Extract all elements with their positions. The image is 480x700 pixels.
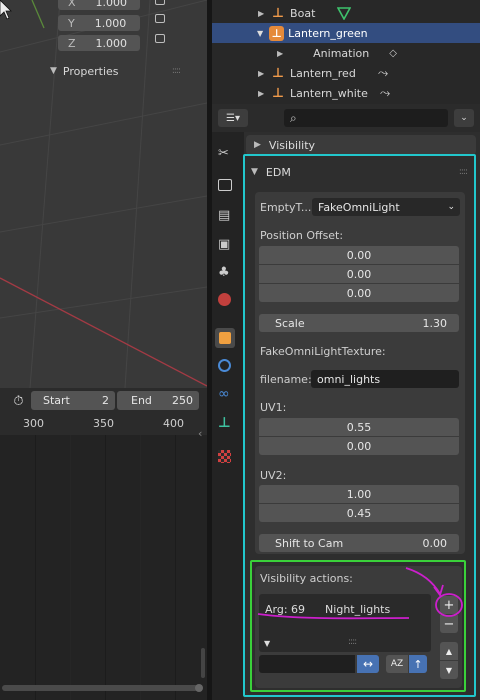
frame-gridline <box>175 435 176 700</box>
frame-gridline <box>70 435 71 700</box>
frame-ruler[interactable]: 300 350 400 <box>0 413 207 435</box>
ruler-tick-label: 350 <box>93 417 114 430</box>
outliner-label: Boat <box>290 6 316 20</box>
horizontal-scrollbar[interactable] <box>2 685 198 691</box>
expand-arrow-icon[interactable]: ▶ <box>258 9 264 18</box>
options-dropdown[interactable]: ⌄ <box>454 109 474 127</box>
constraint-icon: ⤳ <box>377 65 389 81</box>
lock-icon[interactable] <box>155 0 165 5</box>
mesh-data-icon <box>337 6 352 20</box>
tool-settings-icon[interactable]: ✂ <box>218 146 229 161</box>
properties-editor-icon: ☰▾ <box>226 112 240 124</box>
timeline-header: ⏱ Start 2 End 250 <box>0 388 207 413</box>
axis-value: 1.000 <box>95 0 128 9</box>
scale-y-field[interactable]: Y 1.000 <box>58 15 140 31</box>
editor-type-dropdown[interactable]: ☰▾ <box>218 109 248 127</box>
empty-object-icon: ⊥ <box>272 5 285 21</box>
empty-object-icon: ⊥ <box>269 25 285 41</box>
axis-label: X <box>68 0 76 9</box>
axis-value: 1.000 <box>95 36 128 50</box>
arrow-annotation <box>405 567 441 595</box>
frame-gridline <box>105 435 106 700</box>
y-axis-line <box>31 0 45 29</box>
outliner-row-lantern-red[interactable]: ▶ ⊥ Lantern_red ⤳ <box>212 63 480 83</box>
output-icon[interactable]: ▤ <box>218 208 230 223</box>
scene-icon[interactable]: ♣ <box>218 265 230 280</box>
collapse-arrow-icon[interactable]: ▼ <box>257 29 263 38</box>
end-frame-field[interactable]: End 250 <box>117 391 199 410</box>
viewport-grid <box>0 0 207 388</box>
properties-content: ▶ Visibility ▼ EDM :::: EmptyT... FakeOm… <box>243 132 480 700</box>
properties-search-input[interactable]: ⌕ <box>284 109 448 127</box>
texture-icon[interactable] <box>218 450 231 463</box>
drag-handle-icon[interactable]: :::: <box>172 66 181 76</box>
annotation-overlay <box>257 567 463 620</box>
vertical-scrollbar[interactable] <box>201 648 205 678</box>
lock-icon[interactable] <box>155 14 165 23</box>
expand-arrow-icon[interactable]: ▶ <box>277 49 283 58</box>
chevron-down-icon: ▼ <box>50 66 57 76</box>
outliner-row-animation[interactable]: ▶ Animation ◇ <box>212 43 480 63</box>
object-tab-active[interactable] <box>215 328 235 348</box>
axis-label: Z <box>68 36 76 50</box>
physics-icon[interactable] <box>218 359 231 372</box>
circle-annotation <box>435 593 463 617</box>
outliner[interactable]: ▶ ⊥ Boat ▼ ⊥ Lantern_green ▶ Animation ◇… <box>212 0 480 104</box>
outliner-row-lantern-white[interactable]: ▶ ⊥ Lantern_white ⤳ <box>212 83 480 103</box>
end-label: End <box>131 394 152 407</box>
chevron-down-icon: ⌄ <box>460 113 468 123</box>
constraint-icon: ⤳ <box>379 85 391 101</box>
start-frame-field[interactable]: Start 2 <box>31 391 115 410</box>
outliner-label: Lantern_red <box>290 66 356 80</box>
expand-arrow-icon[interactable]: ▶ <box>258 89 264 98</box>
properties-header: ☰▾ ⌕ ⌄ <box>212 104 480 132</box>
scale-z-field[interactable]: Z 1.000 <box>58 35 140 51</box>
constraints-icon[interactable]: ∞ <box>218 386 230 402</box>
search-icon: ⌕ <box>290 110 297 125</box>
properties-label: Properties <box>62 64 119 78</box>
outliner-label: Lantern_white <box>290 86 368 100</box>
axis-value: 1.000 <box>94 16 127 30</box>
object-data-icon[interactable]: ⊥ <box>218 415 231 431</box>
ruler-tick-label: 300 <box>23 417 44 430</box>
scale-x-field[interactable]: X 1.000 <box>58 0 140 10</box>
ruler-tick-label: 400 <box>163 417 184 430</box>
empty-object-icon: ⊥ <box>272 65 285 81</box>
axis-label: Y <box>68 16 75 30</box>
start-value: 2 <box>102 394 109 407</box>
outliner-row-boat[interactable]: ▶ ⊥ Boat <box>212 3 480 23</box>
frame-gridline <box>35 435 36 700</box>
mouse-cursor-icon <box>0 0 12 20</box>
empty-object-icon: ⊥ <box>272 85 285 101</box>
scale-fields: X 1.000 Y 1.000 Z 1.000 <box>58 0 178 51</box>
stopwatch-icon[interactable]: ⏱ <box>8 392 29 410</box>
properties-tabs: ✂ ▤ ▣ ♣ ∞ ⊥ <box>212 132 244 700</box>
expand-arrow-icon[interactable]: ▶ <box>258 69 264 78</box>
object-icon <box>219 332 231 344</box>
start-label: Start <box>43 394 70 407</box>
3d-viewport[interactable]: X 1.000 Y 1.000 Z 1.000 ▼ Properties :::… <box>0 0 207 388</box>
frame-gridline <box>140 435 141 700</box>
end-value: 250 <box>172 394 193 407</box>
view-layer-icon[interactable]: ▣ <box>218 237 230 252</box>
render-icon[interactable] <box>218 179 232 191</box>
timeline-area[interactable]: 300 350 400 ‹ <box>0 413 207 700</box>
lock-icon[interactable] <box>155 34 165 43</box>
properties-subpanel-header[interactable]: ▼ Properties :::: <box>50 62 181 80</box>
underline-annotation <box>257 613 410 620</box>
outliner-row-lantern-green[interactable]: ▼ ⊥ Lantern_green <box>212 23 480 43</box>
chevron-left-icon[interactable]: ‹ <box>198 427 202 440</box>
world-icon[interactable] <box>218 293 231 306</box>
outliner-label: Animation <box>313 46 370 60</box>
scrollbar-end-handle[interactable] <box>195 684 203 692</box>
keyframe-icon: ◇ <box>389 47 397 59</box>
outliner-label: Lantern_green <box>288 26 368 40</box>
